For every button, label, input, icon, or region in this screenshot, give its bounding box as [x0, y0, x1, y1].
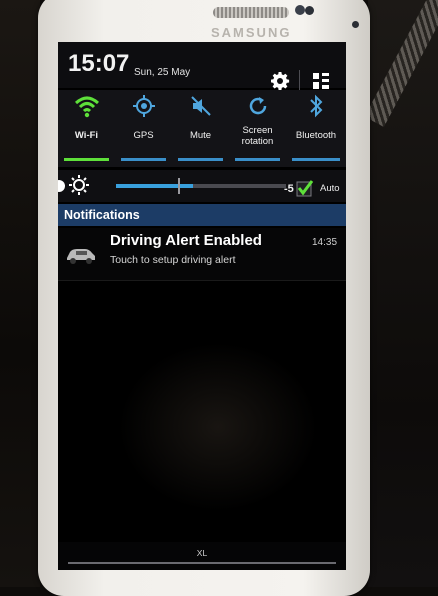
notification-subtitle: Touch to setup driving alert	[110, 254, 236, 266]
tile-bluetooth-indicator	[292, 158, 340, 161]
earpiece-grille	[213, 7, 289, 18]
sensor-dot-icon	[305, 6, 314, 15]
brand-logo: SAMSUNG	[211, 25, 292, 40]
notifications-header: Notifications	[58, 204, 346, 226]
status-divider	[299, 70, 300, 90]
tile-mute-label: Mute	[189, 130, 212, 141]
notification-time: 14:35	[312, 237, 338, 248]
auto-brightness-checkbox[interactable]	[296, 179, 314, 197]
tile-gps[interactable]: GPS	[115, 90, 172, 167]
panel-drag-handle[interactable]	[68, 562, 336, 564]
phone-screen: 15:07 Sun, 25 May Wi-Fi GPS Mute Screen …	[58, 42, 346, 570]
tile-mute-indicator	[178, 158, 223, 161]
auto-brightness-label: Auto	[320, 183, 340, 194]
rotation-icon	[229, 94, 286, 120]
edit-grid-icon[interactable]	[310, 70, 332, 92]
tile-bluetooth-label: Bluetooth	[295, 130, 337, 141]
brightness-auto-icon	[68, 174, 90, 196]
tile-wifi-label: Wi-Fi	[74, 130, 99, 141]
settings-gear-icon[interactable]	[269, 70, 291, 92]
wifi-icon	[58, 94, 115, 120]
bluetooth-icon	[286, 94, 346, 120]
status-bar: 15:07 Sun, 25 May	[58, 42, 346, 91]
tile-bluetooth[interactable]: Bluetooth	[286, 90, 346, 167]
quick-settings-panel: Wi-Fi GPS Mute Screen rotation Bluetooth	[58, 90, 346, 167]
tile-wifi-indicator	[64, 158, 109, 161]
proximity-sensor-icon	[352, 21, 359, 28]
front-camera-icon	[295, 5, 305, 15]
tile-mute[interactable]: Mute	[172, 90, 229, 167]
bottom-label: XL	[196, 548, 208, 558]
car-icon	[64, 244, 98, 266]
brightness-slider[interactable]	[58, 178, 286, 194]
notifications-header-label: Notifications	[64, 208, 140, 222]
tile-gps-label: GPS	[133, 130, 154, 141]
status-date: Sun, 25 May	[134, 67, 191, 78]
tile-screen-rotation[interactable]: Screen rotation	[229, 90, 286, 167]
brightness-row: -5 Auto	[58, 170, 346, 202]
notification-item[interactable]: Driving Alert Enabled Touch to setup dri…	[58, 228, 346, 281]
notification-title: Driving Alert Enabled	[110, 232, 262, 249]
tile-wifi[interactable]: Wi-Fi	[58, 90, 115, 167]
status-time: 15:07	[68, 50, 130, 77]
mute-icon	[172, 94, 229, 120]
tile-gps-indicator	[121, 158, 166, 161]
tile-rotation-indicator	[235, 158, 280, 161]
brightness-slider-handle[interactable]	[58, 180, 65, 192]
tile-rotation-label: Screen rotation	[241, 125, 274, 147]
screen-reflection	[118, 342, 318, 512]
brightness-value: -5	[284, 183, 294, 195]
background-left	[0, 0, 40, 587]
brightness-slider-tick	[178, 178, 180, 194]
brightness-slider-fill	[116, 184, 193, 188]
panel-bottom-bar: XL	[58, 542, 346, 570]
gps-icon	[115, 94, 172, 120]
